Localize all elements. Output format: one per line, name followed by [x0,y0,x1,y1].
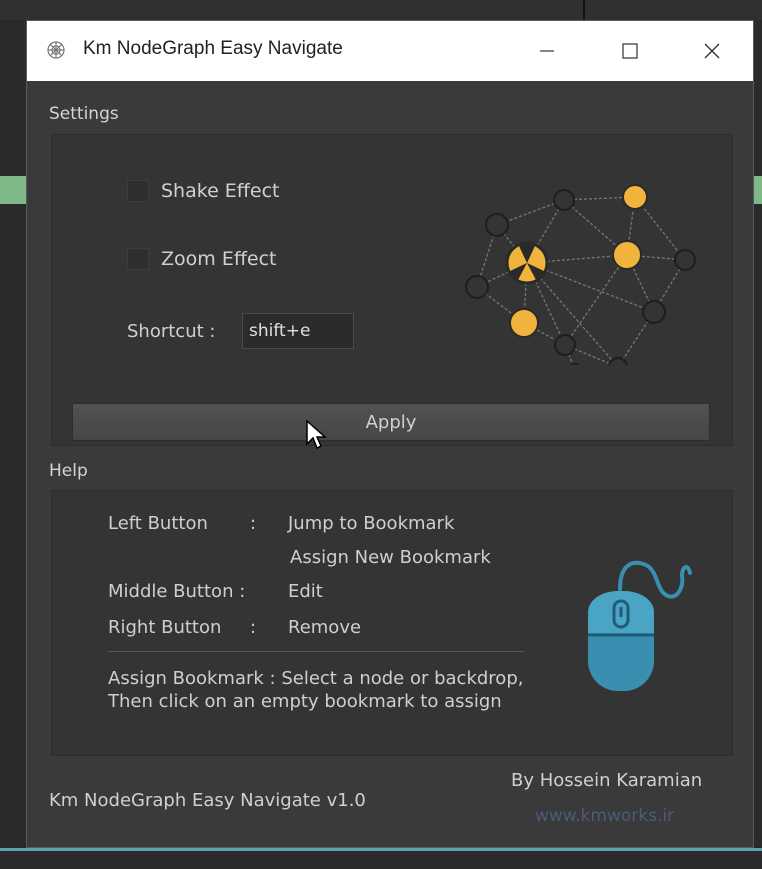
settings-section-label: Settings [49,104,119,124]
shortcut-input[interactable] [242,313,354,349]
cursor-arrow-icon [306,420,327,450]
version-label: Km NodeGraph Easy Navigate v1.0 [49,790,366,811]
right-button-action: Remove [288,617,362,638]
mouse-icon [588,560,692,691]
right-button-key: Right Button [108,617,222,638]
host-app-bottom-strip [0,851,762,869]
minimize-button[interactable] [517,21,577,81]
host-app-divider-top [583,0,585,20]
node-graph-icon [45,39,67,61]
window-title: Km NodeGraph Easy Navigate [83,38,343,59]
apply-button[interactable]: Apply [72,403,710,441]
shortcut-label: Shortcut : [127,321,216,342]
shake-effect-row[interactable]: Shake Effect [127,180,279,202]
website-link[interactable]: www.kmworks.ir [535,806,674,826]
left-button-key: Left Button [108,513,208,534]
shake-effect-label: Shake Effect [161,180,280,202]
help-section-label: Help [49,461,88,481]
zoom-effect-checkbox[interactable] [127,248,149,270]
left-button-action-assign: Assign New Bookmark [290,547,491,568]
author-label: By Hossein Karamian [511,770,703,791]
help-divider [108,651,524,652]
title-bar[interactable]: Km NodeGraph Easy Navigate [27,21,753,81]
maximize-button[interactable] [600,21,660,81]
middle-button-key: Middle Button : [108,581,246,602]
zoom-effect-label: Zoom Effect [161,248,277,270]
left-button-action-jump: Jump to Bookmark [288,513,455,534]
node-network-icon [464,184,697,365]
dialog-window: Km NodeGraph Easy Navigate Settings Shak… [26,20,754,848]
close-button[interactable] [682,21,742,81]
settings-panel: Shake Effect Zoom Effect Shortcut : shif… [51,134,733,450]
middle-button-action: Edit [288,581,323,602]
right-button-separator: : [250,617,257,638]
host-app-top-strip [0,0,762,20]
help-panel: Left Button : Jump to Bookmark Assign Ne… [51,490,733,756]
host-app-node-edge-left [0,176,26,204]
shake-effect-checkbox[interactable] [127,180,149,202]
assign-bookmark-note: Assign Bookmark : Select a node or backd… [108,668,524,712]
left-button-separator: : [250,513,257,534]
zoom-effect-row[interactable]: Zoom Effect [127,248,277,270]
